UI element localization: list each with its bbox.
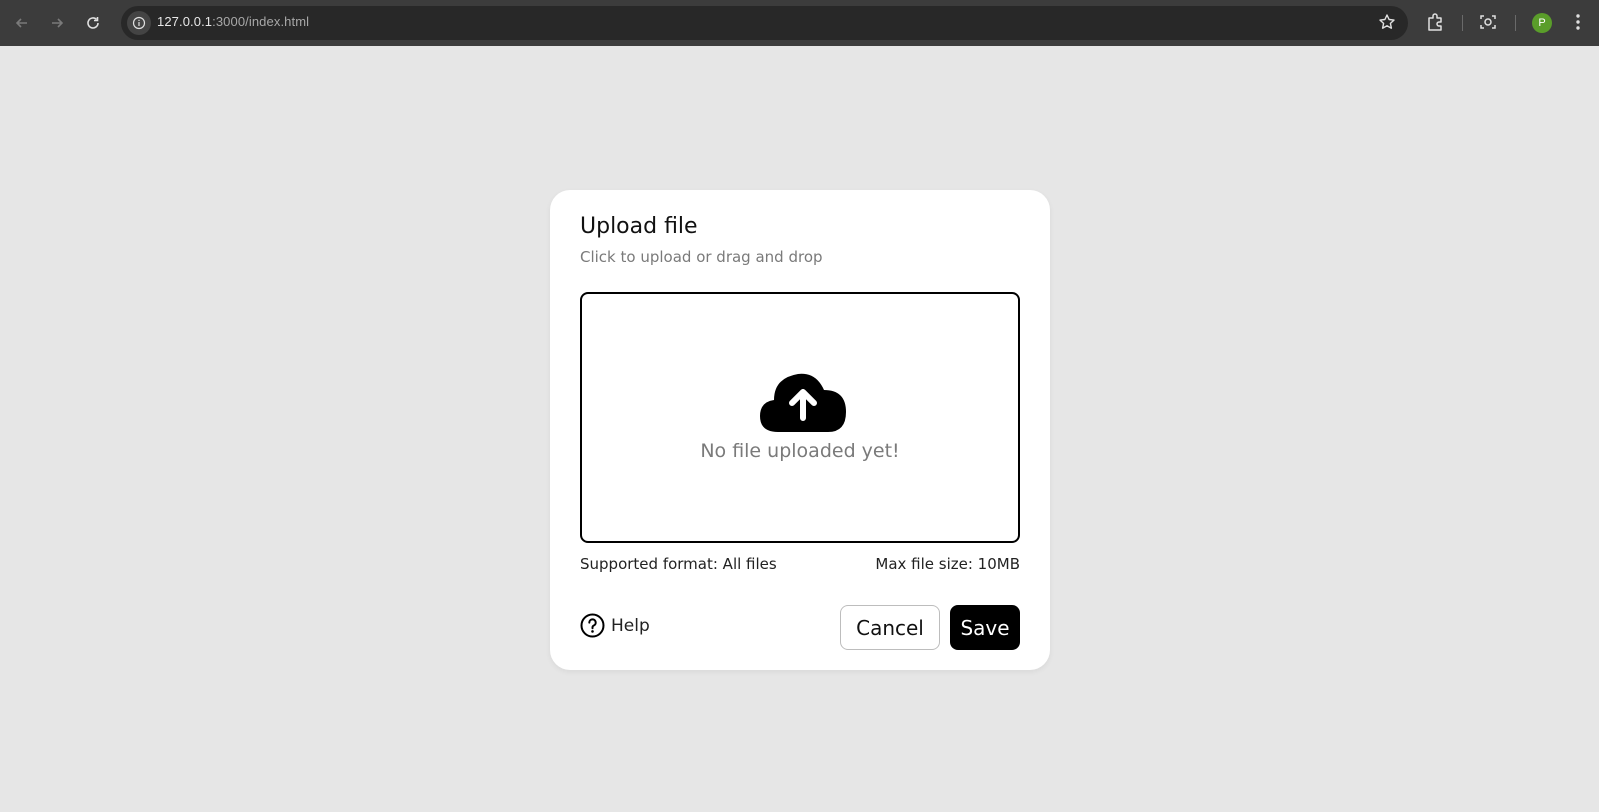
cloud-upload-icon xyxy=(760,373,846,432)
avatar[interactable]: P xyxy=(1532,13,1552,33)
bookmark-star-icon[interactable] xyxy=(1378,13,1396,35)
empty-state-message: No file uploaded yet! xyxy=(700,440,900,462)
screenshot-icon[interactable] xyxy=(1478,12,1498,36)
file-dropzone[interactable]: No file uploaded yet! xyxy=(580,292,1020,543)
forward-icon[interactable] xyxy=(45,11,69,35)
reload-icon[interactable] xyxy=(81,11,105,35)
browser-toolbar: 127.0.0.1:3000/index.html P xyxy=(0,0,1599,46)
url-text[interactable]: 127.0.0.1:3000/index.html xyxy=(157,14,309,29)
max-file-size-text: Max file size: 10MB xyxy=(875,555,1020,573)
help-label: Help xyxy=(611,615,650,636)
help-link[interactable]: Help xyxy=(580,613,650,638)
menu-icon[interactable] xyxy=(1570,12,1586,36)
upload-dialog: Upload file Click to upload or drag and … xyxy=(550,190,1050,670)
cancel-button[interactable]: Cancel xyxy=(840,605,940,650)
save-button[interactable]: Save xyxy=(950,605,1020,650)
back-icon[interactable] xyxy=(10,11,34,35)
toolbar-divider xyxy=(1515,15,1516,31)
url-host: 127.0.0.1 xyxy=(157,14,213,29)
dialog-subtitle: Click to upload or drag and drop xyxy=(580,248,823,266)
toolbar-divider xyxy=(1462,15,1463,31)
address-bar[interactable]: 127.0.0.1:3000/index.html xyxy=(121,6,1408,40)
extensions-icon[interactable] xyxy=(1425,12,1445,36)
site-info-icon[interactable] xyxy=(127,11,151,35)
url-path: :3000/index.html xyxy=(212,14,310,29)
help-circle-icon xyxy=(580,613,605,638)
supported-format-text: Supported format: All files xyxy=(580,555,777,573)
dialog-title: Upload file xyxy=(580,214,698,239)
